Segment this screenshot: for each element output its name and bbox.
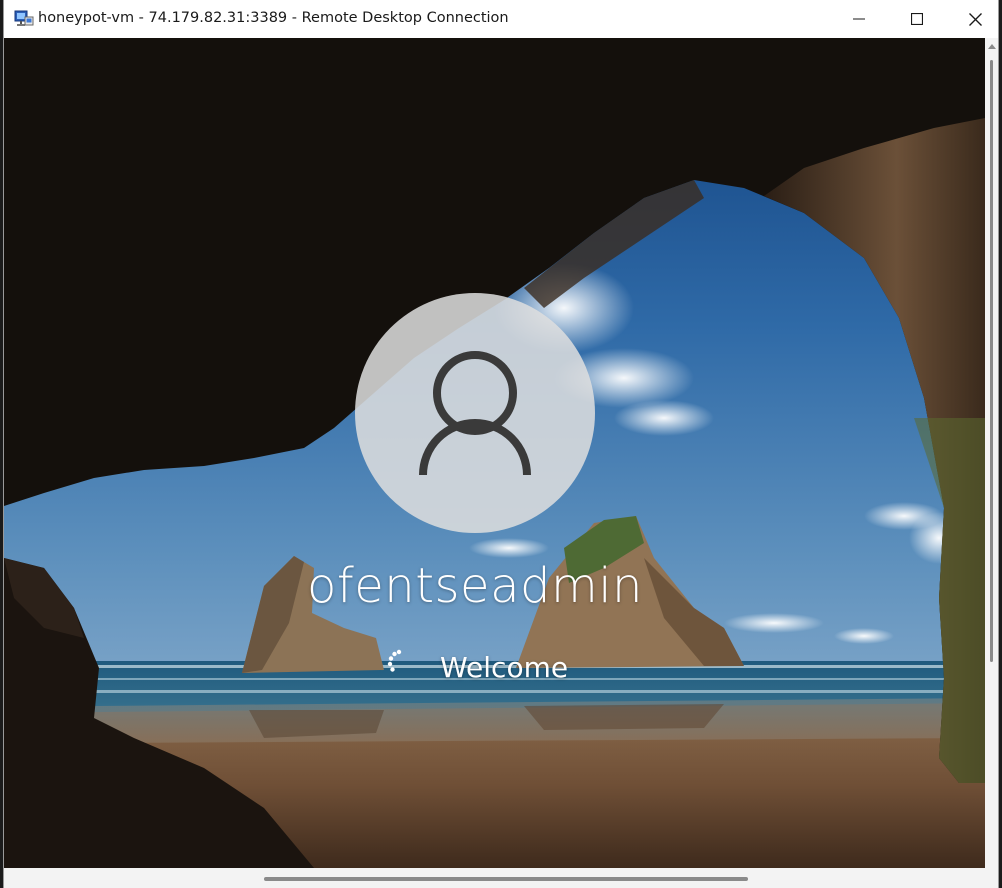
horizontal-scrollbar-thumb[interactable] [264,877,748,881]
maximize-button[interactable] [888,0,946,38]
close-icon [968,12,982,26]
vertical-scrollbar[interactable] [985,38,998,868]
loading-spinner-icon [387,649,402,672]
horizontal-scrollbar[interactable] [4,868,985,888]
title-bar[interactable]: honeypot-vm - 74.179.82.31:3389 - Remote… [4,0,998,38]
vertical-scrollbar-thumb[interactable] [990,60,993,662]
rdp-window: honeypot-vm - 74.179.82.31:3389 - Remote… [4,0,998,888]
welcome-status: Welcome [440,651,569,684]
minimize-icon [853,18,865,20]
username-label: ofentseadmin [307,558,643,614]
scroll-up-icon[interactable] [988,44,996,49]
remote-desktop-view[interactable]: ofentseadmin Welcome [4,38,985,868]
minimize-button[interactable] [830,0,888,38]
user-avatar-icon [419,351,531,476]
scrollbar-corner [985,868,998,888]
window-title: honeypot-vm - 74.179.82.31:3389 - Remote… [38,10,509,26]
user-avatar [355,293,595,533]
close-button[interactable] [946,0,998,38]
remote-desktop-icon [14,10,34,26]
maximize-icon [911,13,923,25]
